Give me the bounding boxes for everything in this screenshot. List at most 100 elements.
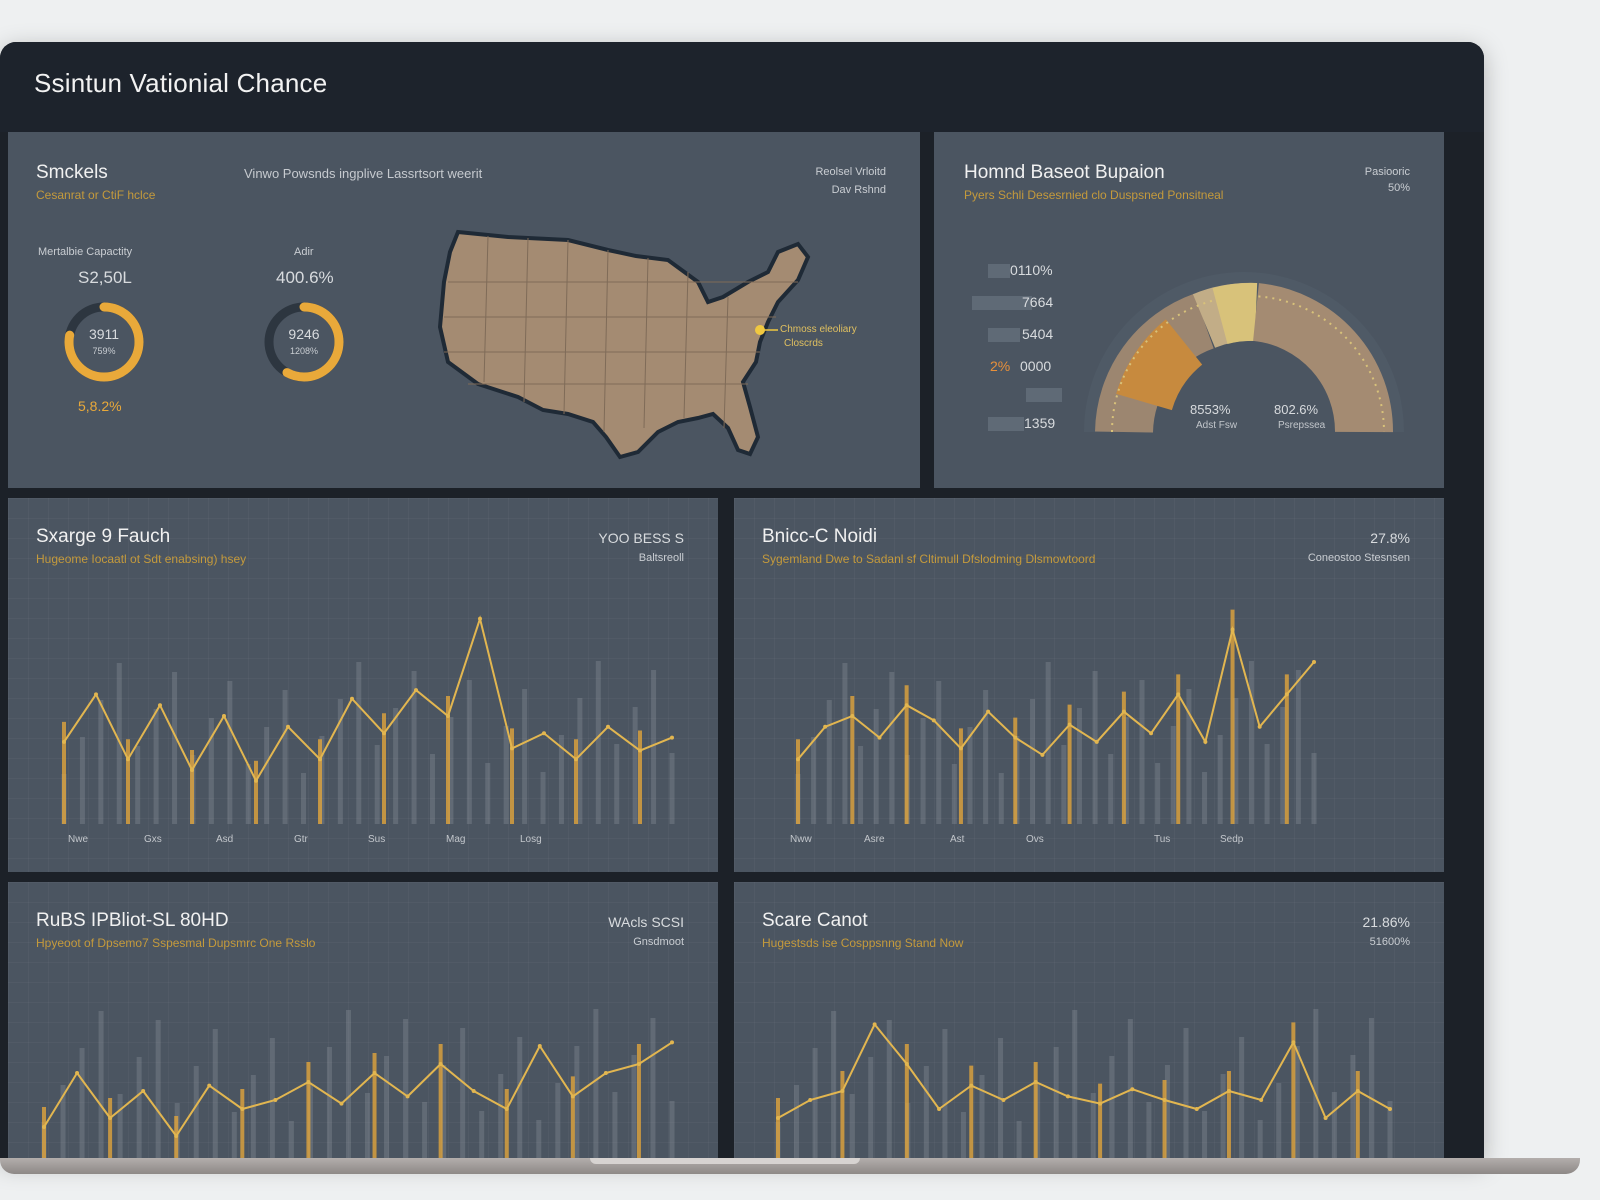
x-tick: Nww: [790, 834, 812, 845]
series-point: [1067, 722, 1072, 727]
x-tick: Nwe: [68, 834, 89, 845]
series-point: [372, 1071, 377, 1075]
series-point: [1257, 724, 1262, 729]
series-point: [504, 1107, 509, 1111]
series-point: [937, 1107, 942, 1111]
series-point: [850, 714, 855, 718]
series-point: [141, 1089, 146, 1093]
x-tick: Mag: [446, 834, 466, 845]
series-point: [1284, 692, 1289, 697]
us-map-shape: [437, 229, 811, 460]
series-point: [1323, 1116, 1328, 1120]
series-point: [603, 1071, 608, 1075]
gauge-segment-highlight: [1212, 282, 1258, 345]
series-point: [636, 1062, 641, 1066]
x-tick: Gxs: [144, 834, 162, 845]
series-point: [471, 1089, 476, 1093]
gauge-chart: [1084, 272, 1404, 434]
series-point: [190, 768, 194, 772]
series-point: [174, 1134, 179, 1138]
gauge-segment-accent: [1116, 319, 1203, 411]
series-point: [1388, 1107, 1392, 1111]
series-point: [670, 1040, 674, 1045]
series-point: [126, 757, 130, 762]
series-point: [1001, 1098, 1006, 1102]
series-point: [438, 1062, 443, 1066]
gauge-right-value: 802.6%: [1274, 402, 1319, 417]
x-tick: Tus: [1154, 834, 1171, 845]
series-point: [904, 703, 909, 708]
series-point: [670, 735, 674, 740]
smckels-panel: Smckels Cesanrat or CtiF hclce Vinwo Pow…: [8, 132, 920, 488]
series-point: [931, 718, 936, 723]
series-point: [62, 739, 66, 744]
series-point: [1065, 1094, 1070, 1099]
series-point: [958, 746, 963, 751]
series-point: [1013, 735, 1018, 740]
line-chart: [775, 1009, 1393, 1160]
bnicc-panel: Bnicc-C Noidi Sygemland Dwe to Sadanl sf…: [734, 498, 1444, 872]
series-point: [382, 731, 386, 736]
gauge-right-label: Psrepssea: [1278, 420, 1326, 431]
map-marker: [755, 325, 765, 335]
series-point: [1176, 692, 1181, 697]
sxarge-panel: Sxarge 9 Fauch Hugeome Iocaatl ot Sdt en…: [8, 498, 718, 872]
series-point: [510, 746, 514, 751]
series-point: [1230, 627, 1235, 632]
series-point: [574, 757, 578, 762]
series-point: [542, 731, 546, 736]
series-point: [969, 1083, 974, 1088]
series-point: [414, 688, 418, 693]
x-tick: Asre: [864, 834, 885, 845]
series-point: [1226, 1089, 1231, 1093]
series-point: [1033, 1080, 1038, 1084]
series-point: [94, 692, 98, 697]
x-tick: Sedp: [1220, 834, 1244, 845]
line-chart: [795, 609, 1317, 824]
us-map: [437, 229, 811, 460]
x-tick: Gtr: [294, 834, 308, 845]
series-point: [1291, 1040, 1296, 1045]
laptop-notch: [590, 1158, 860, 1164]
x-tick: Asd: [216, 834, 234, 845]
scare-panel: Scare Canot Hugestsds ise Cosppsnng Stan…: [734, 882, 1444, 1160]
series-point: [1098, 1101, 1103, 1106]
series-point: [478, 616, 482, 621]
series-point: [222, 714, 226, 718]
series-point: [1130, 1087, 1135, 1092]
series-point: [1194, 1107, 1199, 1111]
series-point: [339, 1101, 344, 1106]
series-point: [446, 714, 450, 718]
series-point: [796, 757, 800, 762]
series-point: [42, 1125, 46, 1129]
series-point: [840, 1089, 845, 1093]
series-point: [306, 1080, 311, 1084]
series-point: [1203, 739, 1208, 744]
series-point: [1355, 1089, 1360, 1093]
title-bar: Ssintun Vationial Chance: [0, 42, 1484, 132]
series-point: [872, 1022, 877, 1027]
series-point: [1312, 660, 1316, 664]
gauge-left-value: 8553%: [1190, 402, 1231, 417]
gauge-left-label: Adst Fsw: [1196, 420, 1238, 431]
rubs-panel: RuBS IPBliot-SL 80HD Hpyeoot of Dpsemo7 …: [8, 882, 718, 1160]
series-point: [318, 757, 322, 762]
series-point: [570, 1094, 575, 1099]
series-point: [904, 1062, 909, 1066]
x-tick: Ast: [950, 834, 965, 845]
series-point: [254, 778, 258, 783]
series-point: [350, 696, 354, 701]
series-point: [537, 1044, 542, 1048]
line-chart: [41, 1009, 675, 1160]
laptop-screen: Ssintun Vationial Chance Smckels Cesanra…: [0, 42, 1484, 1160]
series-point: [207, 1083, 212, 1088]
series-point: [1162, 1098, 1167, 1102]
x-tick: Ovs: [1026, 834, 1044, 845]
series-point: [638, 748, 642, 753]
series-point: [1040, 752, 1045, 757]
series-point: [776, 1116, 780, 1120]
series-point: [273, 1098, 278, 1102]
series-point: [808, 1098, 813, 1102]
series-point: [405, 1094, 410, 1099]
series-point: [823, 724, 828, 729]
